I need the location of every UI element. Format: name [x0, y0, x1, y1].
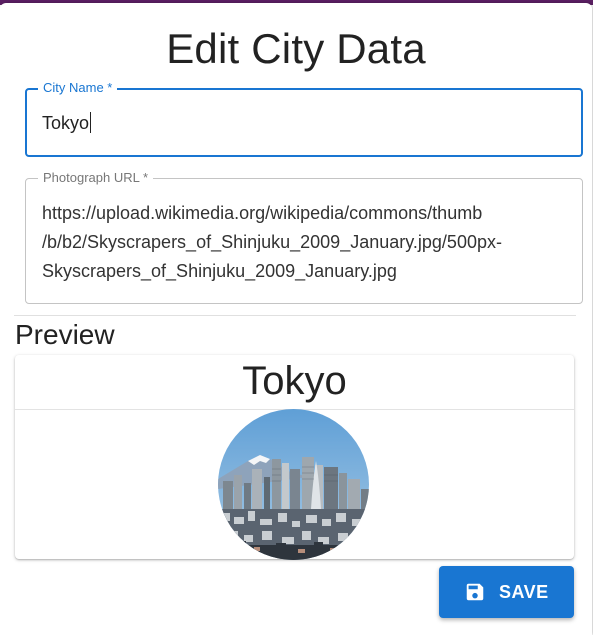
city-name-input[interactable]: Tokyo	[42, 112, 92, 134]
photograph-url-input[interactable]: https://upload.wikimedia.org/wikipedia/c…	[42, 199, 572, 286]
floppy-disk-icon	[466, 583, 484, 601]
window-edge	[593, 0, 599, 635]
preview-heading: Preview	[15, 319, 115, 350]
photograph-url-label: Photograph URL *	[38, 170, 154, 186]
dialog-title: Edit City Data	[166, 25, 426, 72]
save-button-label: SAVE	[499, 582, 549, 602]
photograph-url-field[interactable]: Photograph URL * https://upload.wikimedi…	[25, 170, 583, 304]
divider	[14, 315, 576, 316]
city-name-value: Tokyo	[42, 113, 90, 133]
preview-card-title: Tokyo	[15, 355, 574, 410]
text-caret	[90, 112, 92, 133]
city-name-label: City Name *	[38, 80, 118, 96]
edit-city-dialog: Edit City Data City Name * Tokyo Photogr…	[0, 3, 592, 635]
preview-card: Tokyo	[15, 355, 574, 560]
city-name-field[interactable]: City Name * Tokyo	[25, 80, 583, 157]
city-photo	[218, 409, 369, 560]
save-button[interactable]: SAVE	[439, 566, 574, 618]
